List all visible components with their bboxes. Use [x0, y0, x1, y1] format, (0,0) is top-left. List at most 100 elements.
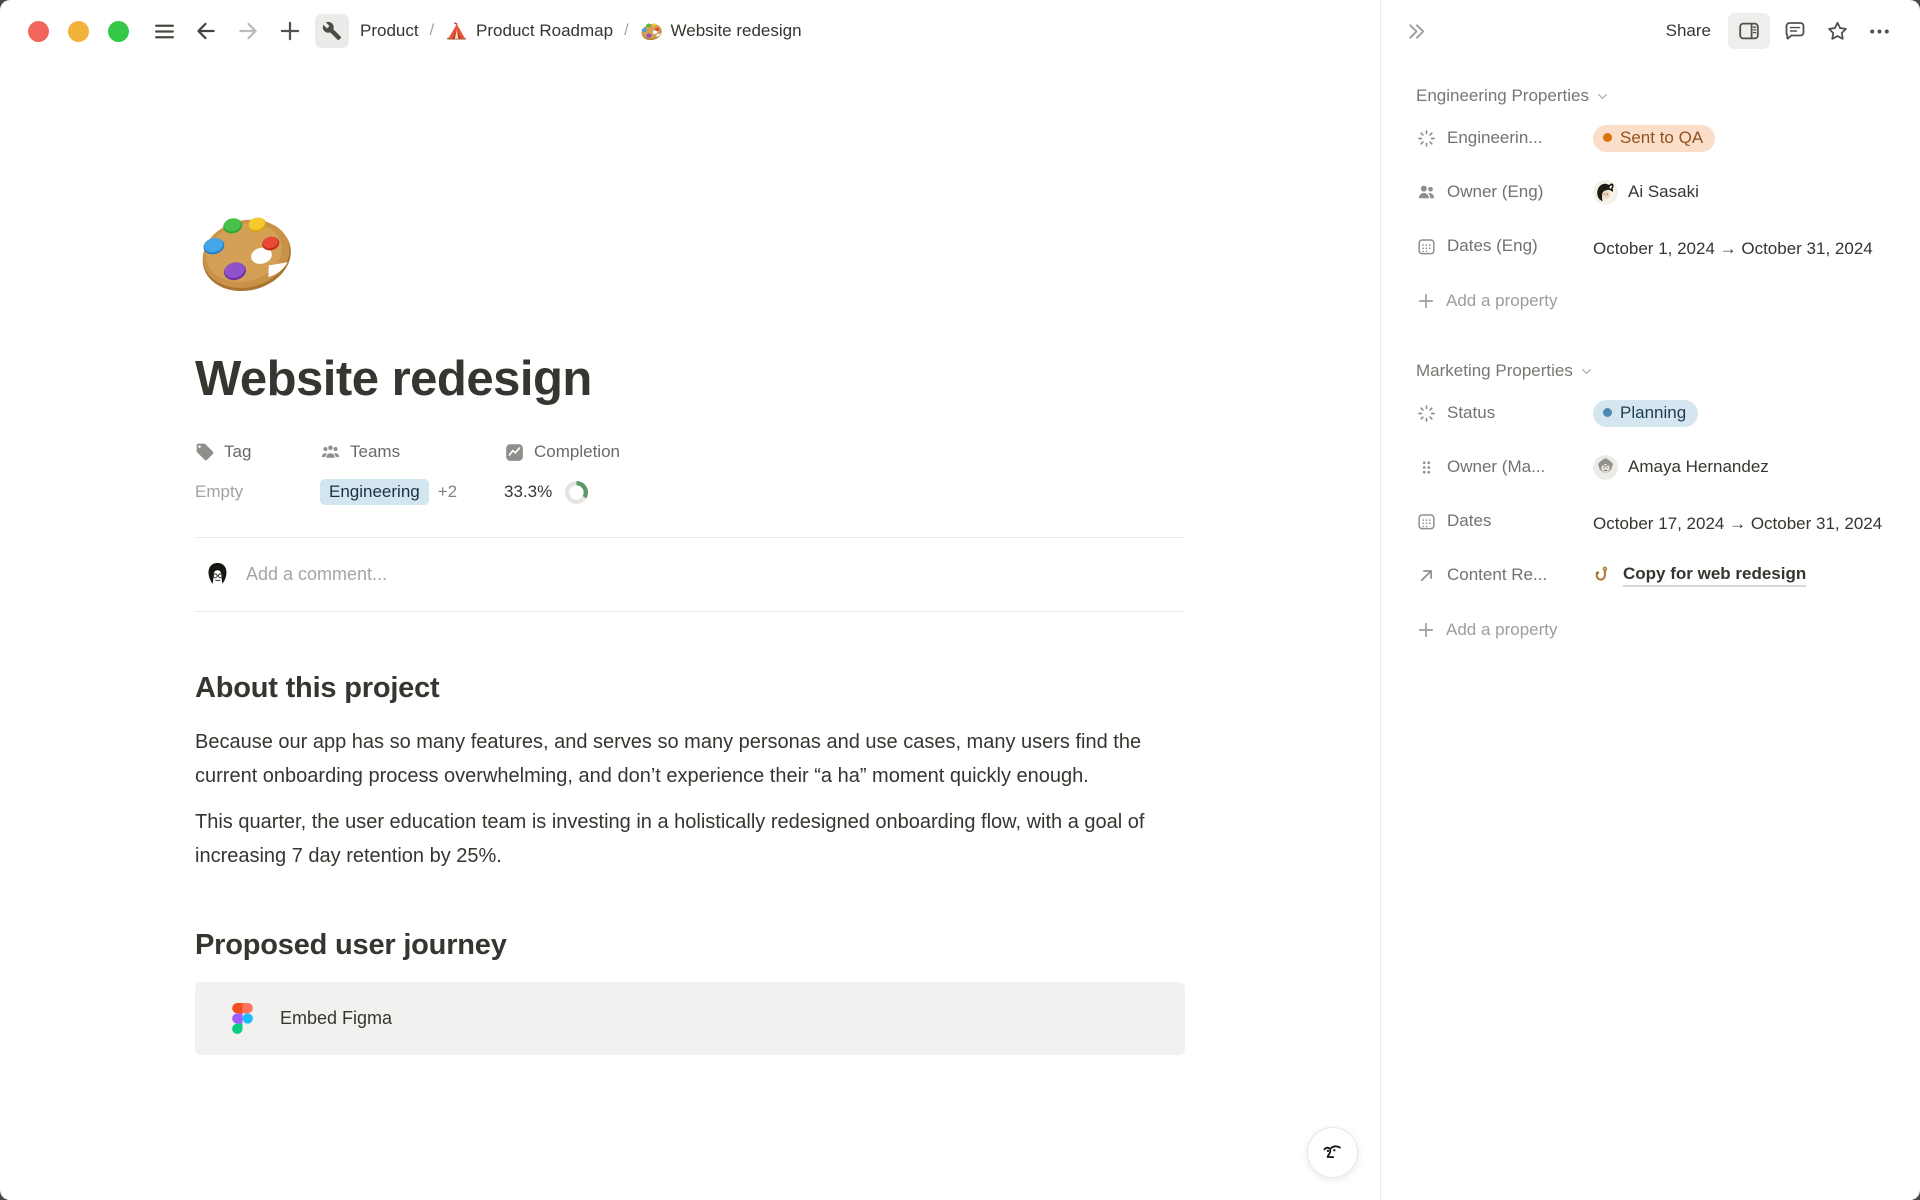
content-relation-label[interactable]: Content Re... [1416, 560, 1593, 590]
property-tag[interactable]: Tag [195, 442, 320, 462]
page-properties: Tag Teams Completion Empty [195, 433, 1185, 513]
engineering-status-label[interactable]: Engineerin... [1416, 123, 1593, 153]
status-dot [1603, 408, 1612, 417]
right-panel: Share Engineering Properties [1380, 0, 1920, 1200]
property-row-engineering-status: Engineerin... Sent to QA [1416, 123, 1884, 167]
traffic-lights [28, 21, 129, 42]
owner-marketing-value[interactable]: Amaya Hernandez [1593, 452, 1884, 482]
people-icon [1416, 182, 1437, 203]
tag-icon [195, 442, 215, 462]
status-dot [1603, 133, 1612, 142]
breadcrumb-item-product-roadmap[interactable]: Product Roadmap [443, 20, 615, 43]
quirky-face-icon [1319, 1139, 1346, 1166]
panel-body: Engineering Properties Engineerin... Sen… [1381, 62, 1920, 646]
main-topbar: Product / Product Roadmap / Website rede… [0, 0, 1380, 62]
calendar-icon [1416, 511, 1437, 532]
embed-figma-block[interactable]: Embed Figma [195, 982, 1185, 1055]
calendar-icon [1416, 236, 1437, 257]
property-row-owner-eng: Owner (Eng) Ai Sasaki [1416, 177, 1884, 221]
sent-to-qa-pill[interactable]: Sent to QA [1593, 125, 1715, 152]
sidebar-menu-button[interactable] [149, 16, 179, 46]
content-relation-value[interactable]: Copy for web redesign [1593, 560, 1884, 590]
owner-marketing-label[interactable]: Owner (Ma... [1416, 452, 1593, 482]
breadcrumb-roadmap-label: Product Roadmap [476, 21, 613, 41]
workspace-icon-box[interactable] [315, 14, 349, 48]
engineering-properties-section-header[interactable]: Engineering Properties [1416, 86, 1884, 106]
zoom-window-button[interactable] [108, 21, 129, 42]
status-label[interactable]: Status [1416, 398, 1593, 428]
page-title[interactable]: Website redesign [195, 351, 1185, 407]
marketing-rows: Status Planning Owner (Ma... [1416, 398, 1884, 604]
dates-label[interactable]: Dates [1416, 506, 1593, 536]
comment-row[interactable]: Add a comment... [195, 538, 1185, 611]
ai-sasaki-avatar [1593, 180, 1618, 205]
current-user-avatar [204, 561, 231, 588]
dates-value[interactable]: October 17, 2024 → October 31, 2024 [1593, 506, 1884, 538]
add-property-engineering[interactable]: Add a property [1416, 285, 1884, 317]
new-page-button[interactable] [275, 16, 305, 46]
nav-controls [149, 16, 305, 46]
add-comment-placeholder: Add a comment... [246, 564, 387, 585]
teams-label: Teams [350, 442, 400, 462]
page-scroll-area[interactable]: Website redesign Tag Teams [0, 62, 1380, 1200]
share-button[interactable]: Share [1666, 21, 1711, 41]
page-palette-icon[interactable] [195, 202, 297, 304]
about-paragraph-2[interactable]: This quarter, the user education team is… [195, 805, 1185, 873]
tag-value-empty[interactable]: Empty [195, 482, 320, 502]
main-area: Product / Product Roadmap / Website rede… [0, 0, 1380, 1200]
favorite-button[interactable] [1820, 14, 1854, 48]
dates-eng-label[interactable]: Dates (Eng) [1416, 231, 1593, 261]
chevrons-right-icon [1405, 20, 1428, 43]
owner-eng-label[interactable]: Owner (Eng) [1416, 177, 1593, 207]
add-property-marketing[interactable]: Add a property [1416, 614, 1884, 646]
breadcrumb-item-product[interactable]: Product [358, 21, 421, 41]
close-window-button[interactable] [28, 21, 49, 42]
engineering-properties-title: Engineering Properties [1416, 86, 1589, 106]
property-row-status: Status Planning [1416, 398, 1884, 442]
breadcrumb-item-website-redesign[interactable]: Website redesign [638, 20, 804, 43]
property-completion[interactable]: Completion [504, 442, 620, 463]
completion-value[interactable]: 33.3% [504, 480, 589, 505]
owner-marketing-name: Amaya Hernandez [1628, 457, 1769, 477]
arrow-left-icon [193, 18, 219, 44]
breadcrumb-product-label: Product [360, 21, 419, 41]
toggle-side-panel-button[interactable] [1728, 13, 1770, 49]
notion-ai-face-button[interactable] [1307, 1127, 1358, 1178]
plus-icon [277, 18, 303, 44]
status-burst-icon [1416, 403, 1437, 424]
breadcrumb: Product / Product Roadmap / Website rede… [358, 20, 804, 43]
palette-icon [640, 20, 663, 43]
minimize-window-button[interactable] [68, 21, 89, 42]
back-button[interactable] [191, 16, 221, 46]
figma-logo-icon [232, 1003, 253, 1034]
about-heading[interactable]: About this project [195, 672, 1185, 705]
marketing-properties-section-header[interactable]: Marketing Properties [1416, 361, 1884, 381]
planning-pill[interactable]: Planning [1593, 400, 1698, 427]
engineering-rows: Engineerin... Sent to QA Owner (Eng) [1416, 123, 1884, 275]
comments-button[interactable] [1778, 14, 1812, 48]
owner-eng-value[interactable]: Ai Sasaki [1593, 177, 1884, 207]
plus-icon [1416, 620, 1436, 640]
property-row-owner-marketing: Owner (Ma... Amaya Hernandez [1416, 452, 1884, 496]
engineering-status-value[interactable]: Sent to QA [1593, 123, 1884, 153]
arrow-up-right-icon [1416, 565, 1437, 586]
forward-button[interactable] [233, 16, 263, 46]
chart-icon [504, 442, 525, 463]
breadcrumb-separator: / [430, 22, 434, 40]
breadcrumb-current-label: Website redesign [671, 21, 802, 41]
owner-eng-name: Ai Sasaki [1628, 182, 1699, 202]
page-properties-header: Tag Teams Completion [195, 433, 1185, 471]
status-value[interactable]: Planning [1593, 398, 1884, 428]
copy-for-web-redesign-link[interactable]: Copy for web redesign [1623, 564, 1806, 587]
journey-heading[interactable]: Proposed user journey [195, 929, 1185, 962]
more-options-button[interactable] [1862, 14, 1896, 48]
about-paragraph-1[interactable]: Because our app has so many features, an… [195, 725, 1185, 793]
dates-eng-value[interactable]: October 1, 2024 → October 31, 2024 [1593, 231, 1884, 263]
teams-engineering-tag[interactable]: Engineering [320, 479, 429, 505]
property-teams[interactable]: Teams [320, 442, 504, 463]
completion-progress-ring [564, 480, 589, 505]
marketing-properties-title: Marketing Properties [1416, 361, 1573, 381]
collapse-panel-button[interactable] [1401, 16, 1431, 46]
comment-bubble-icon [1783, 19, 1807, 43]
teams-value[interactable]: Engineering+2 [320, 479, 504, 505]
